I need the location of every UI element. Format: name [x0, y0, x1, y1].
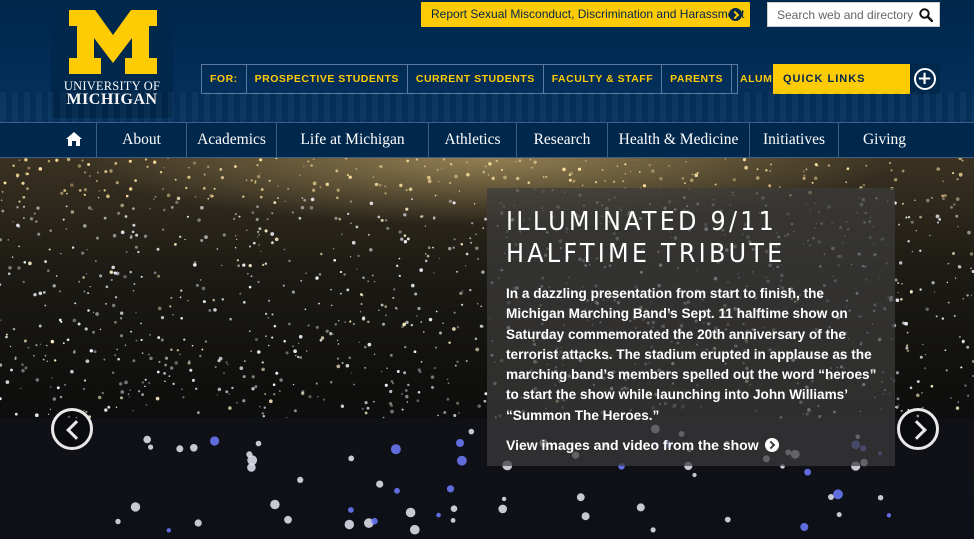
report-misconduct-button[interactable]: Report Sexual Misconduct, Discrimination… — [421, 2, 750, 27]
university-logo[interactable]: UNIVERSITY OF MICHIGAN — [51, 0, 173, 118]
audience-link-current-students[interactable]: CURRENT STUDENTS — [408, 65, 544, 93]
search-box — [767, 2, 940, 27]
quick-links-button[interactable]: QUICK LINKS — [773, 64, 940, 94]
search-input[interactable] — [768, 3, 913, 26]
nav-athletics[interactable]: Athletics — [429, 123, 517, 157]
audience-nav: FOR: PROSPECTIVE STUDENTS CURRENT STUDEN… — [201, 64, 783, 94]
quick-links-label: QUICK LINKS — [783, 73, 866, 85]
plus-circle-icon — [910, 64, 940, 94]
nav-home[interactable] — [51, 123, 97, 157]
hero-view-link[interactable]: View images and video from the show — [506, 436, 877, 453]
nav-giving[interactable]: Giving — [839, 123, 930, 157]
block-m-logo-icon — [69, 10, 157, 74]
hero-caption-panel: ILLUMINATED 9/11 HALFTIME TRIBUTE In a d… — [487, 188, 895, 466]
nav-research[interactable]: Research — [517, 123, 608, 157]
hero-description: In a dazzling presentation from start to… — [506, 286, 877, 423]
carousel-prev-button[interactable] — [51, 408, 93, 450]
site-header: UNIVERSITY OF MICHIGAN Report Sexual Mis… — [0, 0, 974, 122]
audience-link-faculty-staff[interactable]: FACULTY & STAFF — [544, 65, 663, 93]
hero-carousel: ILLUMINATED 9/11 HALFTIME TRIBUTE In a d… — [0, 158, 974, 539]
arrow-circle-right-icon — [764, 438, 779, 453]
logo-line2: MICHIGAN — [66, 91, 158, 108]
report-misconduct-label: Report Sexual Misconduct, Discrimination… — [431, 7, 745, 21]
nav-academics[interactable]: Academics — [187, 123, 277, 157]
carousel-next-button[interactable] — [897, 408, 939, 450]
audience-for-label: FOR: — [202, 65, 247, 93]
main-nav: About Academics Life at Michigan Athleti… — [0, 122, 974, 158]
nav-life-at-michigan[interactable]: Life at Michigan — [277, 123, 429, 157]
nav-health-medicine[interactable]: Health & Medicine — [608, 123, 750, 157]
nav-about[interactable]: About — [97, 123, 187, 157]
hero-title-line2: HALFTIME TRIBUTE — [506, 239, 786, 269]
hero-view-link-label: View images and video from the show — [506, 437, 759, 454]
logo-line1: UNIVERSITY OF — [63, 79, 161, 93]
audience-link-parents[interactable]: PARENTS — [662, 65, 733, 93]
audience-link-prospective-students[interactable]: PROSPECTIVE STUDENTS — [247, 65, 408, 93]
arrow-circle-right-icon — [729, 8, 742, 21]
search-icon[interactable] — [919, 8, 933, 22]
nav-initiatives[interactable]: Initiatives — [750, 123, 839, 157]
home-icon — [65, 132, 82, 146]
hero-title-line1: ILLUMINATED 9/11 — [506, 207, 778, 237]
